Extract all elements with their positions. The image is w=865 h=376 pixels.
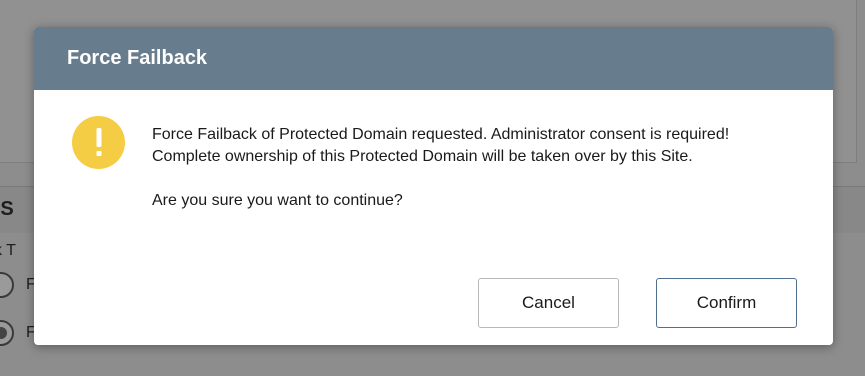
confirm-button[interactable]: Confirm: [656, 278, 797, 328]
warning-icon: [72, 116, 125, 169]
message-question: Are you sure you want to continue?: [152, 192, 403, 209]
dialog-title: Force Failback: [67, 47, 208, 69]
background-radio-2: [0, 320, 14, 346]
background-field-label: ck T: [0, 242, 16, 259]
message-line-consent: Force Failback of Protected Domain reque…: [152, 126, 730, 143]
dialog-message: Force Failback of Protected Domain reque…: [152, 124, 792, 212]
force-failback-dialog: Force Failback Force Failback of Protect…: [34, 27, 833, 345]
background-radio-1: [0, 272, 14, 298]
cancel-button[interactable]: Cancel: [478, 278, 619, 328]
dialog-header: Force Failback: [34, 27, 833, 90]
background-section-title: r S: [0, 198, 15, 220]
message-line-ownership: Complete ownership of this Protected Dom…: [152, 148, 693, 165]
